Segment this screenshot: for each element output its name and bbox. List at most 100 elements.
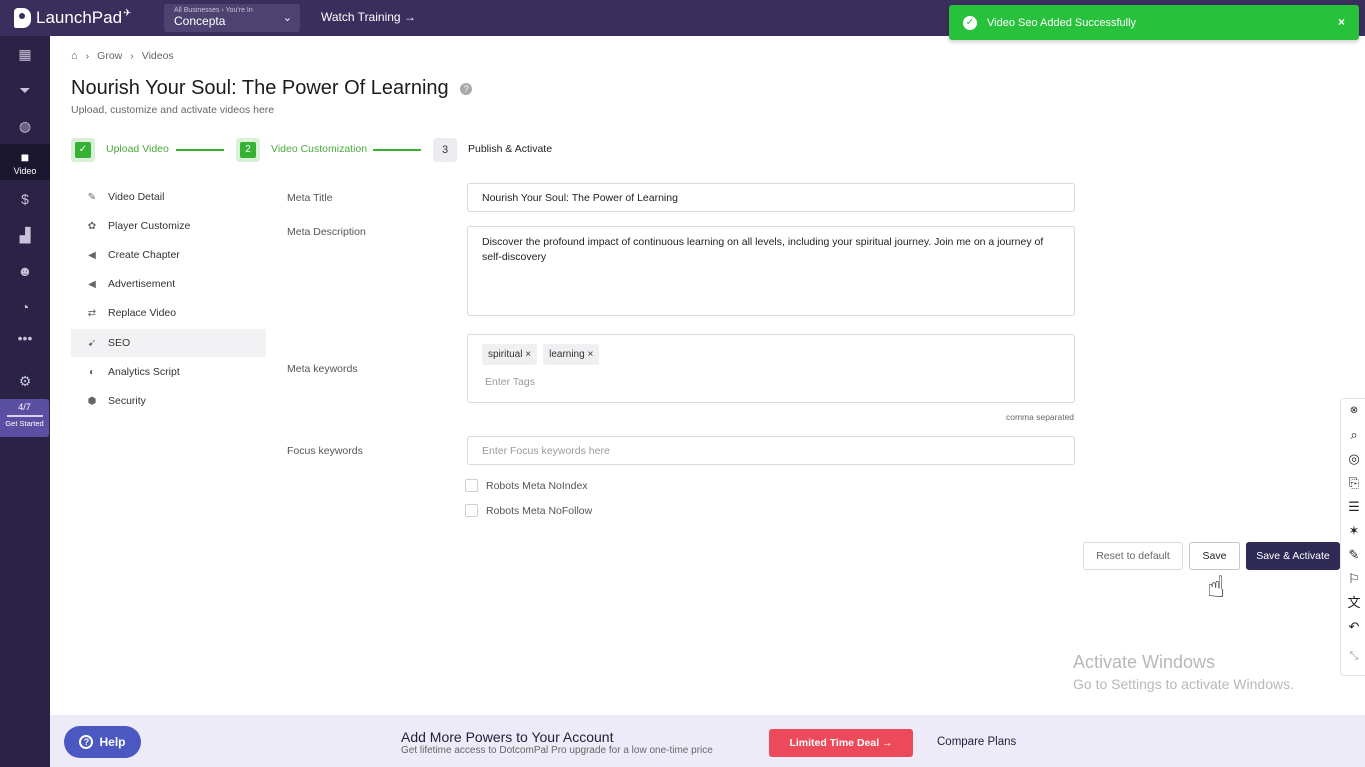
menu-item-label: Security <box>108 395 146 407</box>
breadcrumb: ⌂ › Grow › Videos <box>71 50 174 62</box>
more-icon[interactable]: ••• <box>0 320 50 356</box>
step-3-number: 3 <box>441 144 449 156</box>
tag-chip: learning × <box>543 344 600 365</box>
globe-icon[interactable]: ◍ <box>0 108 50 144</box>
funnel-icon[interactable]: ⏷ <box>0 72 50 108</box>
progress-count: 4/7 <box>18 402 31 412</box>
toast-message: Video Seo Added Successfully <box>987 16 1137 29</box>
page-subtitle: Upload, customize and activate videos he… <box>71 104 275 116</box>
noindex-checkbox[interactable] <box>465 479 478 492</box>
video-camera-icon: ■ <box>20 148 30 165</box>
watch-training-link[interactable]: Watch Training → <box>321 10 416 24</box>
breadcrumb-separator: › <box>85 50 90 62</box>
step-upload-video[interactable]: Upload Video <box>106 143 169 155</box>
shield-icon: ⬢ <box>87 395 97 407</box>
pencil-icon[interactable]: ✎ <box>1345 546 1363 564</box>
menu-item-label: Create Chapter <box>108 249 180 261</box>
tags-placeholder[interactable]: Enter Tags <box>482 375 1060 390</box>
step-2-marker: 2 <box>236 138 260 162</box>
collapse-icon[interactable]: ⤡ <box>1345 647 1363 665</box>
help-label: Help <box>99 735 126 749</box>
promo-subtitle: Get lifetime access to DotcomPal Pro upg… <box>401 745 713 756</box>
flag-icon[interactable]: ⚐ <box>1345 570 1363 588</box>
business-switcher[interactable]: All Businesses › You're In Concepta ⌄ <box>164 4 300 32</box>
launchpad-logo-icon <box>14 8 31 28</box>
search-icon[interactable]: ⌕ <box>1345 426 1363 444</box>
meta-keywords-label: Meta keywords <box>287 363 358 375</box>
breadcrumb-grow[interactable]: Grow <box>97 50 122 62</box>
menu-item-video-detail[interactable]: ✎ Video Detail <box>71 183 266 211</box>
menu-item-advertisement[interactable]: ◀ Advertisement <box>71 270 266 298</box>
meta-description-label: Meta Description <box>287 226 366 238</box>
dashboard-icon[interactable]: ▦ <box>0 36 50 72</box>
translate-icon[interactable]: 文 <box>1345 594 1363 612</box>
menu-item-analytics-script[interactable]: ◐ Analytics Script <box>71 358 266 386</box>
menu-item-replace-video[interactable]: ⇄ Replace Video <box>71 299 266 327</box>
help-icon[interactable]: ? <box>460 82 473 95</box>
save-activate-button[interactable]: Save & Activate <box>1246 542 1340 570</box>
business-name: Concepta <box>174 14 226 28</box>
tag-chip: spiritual × <box>482 344 538 365</box>
megaphone-icon: ◀ <box>88 278 96 290</box>
palette-icon: ✿ <box>87 220 97 232</box>
launchpad-logo[interactable]: LaunchPad ✈ <box>0 8 150 28</box>
chart-icon[interactable]: ▟ <box>0 217 50 253</box>
menu-item-label: Advertisement <box>108 278 176 290</box>
nofollow-checkbox[interactable] <box>465 504 478 517</box>
promo-bar <box>50 715 1365 767</box>
watermark-line2: Go to Settings to activate Windows. <box>1073 676 1294 692</box>
menu-item-label: Video Detail <box>108 191 165 203</box>
home-icon[interactable]: ⌂ <box>71 50 78 62</box>
ai-icon[interactable]: ◎ <box>1345 450 1363 468</box>
chevron-down-icon: ⌄ <box>282 12 292 24</box>
meta-description-textarea[interactable]: Discover the profound impact of continuo… <box>467 226 1075 316</box>
menu-item-create-chapter[interactable]: ◀ Create Chapter <box>71 241 266 269</box>
step-publish-activate[interactable]: Publish & Activate <box>468 143 552 155</box>
megaphone-icon: ◀ <box>88 249 96 261</box>
save-button[interactable]: Save <box>1189 542 1240 570</box>
tag-remove-icon[interactable]: × <box>525 349 531 360</box>
noindex-label: Robots Meta NoIndex <box>486 480 588 492</box>
windows-watermark: Activate Windows Go to Settings to activ… <box>1073 652 1294 692</box>
compare-plans-link[interactable]: Compare Plans <box>937 736 1016 748</box>
step-video-customization[interactable]: Video Customization <box>271 143 367 155</box>
rail-item-video[interactable]: ■ Video <box>0 144 50 180</box>
meta-keywords-tag-input[interactable]: spiritual × learning × Enter Tags <box>467 334 1075 403</box>
users-icon[interactable]: ☻ <box>0 253 50 289</box>
tag-remove-icon[interactable]: × <box>587 349 593 360</box>
gear-icon[interactable]: ⚙ <box>0 363 50 399</box>
check-circle-icon: ✓ <box>963 15 977 30</box>
hand-cursor-icon: ☝ <box>1207 571 1226 604</box>
menu-item-seo[interactable]: ➹ SEO <box>71 329 266 357</box>
close-circle-icon[interactable]: ⊗ <box>1345 402 1363 420</box>
menu-item-security[interactable]: ⬢ Security <box>71 387 266 415</box>
promo-title: Add More Powers to Your Account <box>401 729 614 745</box>
menu-item-player-customize[interactable]: ✿ Player Customize <box>71 212 266 240</box>
undo-icon[interactable]: ↶ <box>1345 618 1363 636</box>
rocket-icon: ✈ <box>123 7 132 19</box>
rail-active-label: Video <box>13 165 37 176</box>
focus-keywords-input[interactable]: Enter Focus keywords here <box>467 436 1075 465</box>
menu-item-label: SEO <box>108 337 131 349</box>
magic-wand-icon[interactable]: ✶ <box>1345 522 1363 540</box>
document-icon[interactable]: ☰ <box>1345 498 1363 516</box>
menu-item-label: Player Customize <box>108 220 191 232</box>
close-icon[interactable]: × <box>1338 15 1345 29</box>
limited-time-deal-button[interactable]: Limited Time Deal → <box>769 729 913 757</box>
meta-title-input[interactable]: Nourish Your Soul: The Power of Learning <box>467 183 1075 212</box>
page-title-text: Nourish Your Soul: The Power Of Learning <box>71 77 449 99</box>
meta-title-label: Meta Title <box>287 192 333 204</box>
question-icon: ? <box>79 735 94 749</box>
page-search-icon[interactable]: ⎘ <box>1345 474 1363 492</box>
get-started-progress[interactable]: 4/7 Get Started <box>0 399 49 437</box>
menu-item-label: Replace Video <box>108 307 177 319</box>
tag-label: learning <box>549 349 585 360</box>
step-connector <box>176 149 224 151</box>
reset-default-button[interactable]: Reset to default <box>1083 542 1183 570</box>
left-rail: ▦ ⏷ ◍ ■ Video $ ▟ ☻ ◔ ••• ⚙ 4/7 Get Star… <box>0 36 50 767</box>
swap-icon: ⇄ <box>87 307 97 319</box>
dollar-icon[interactable]: $ <box>0 181 50 217</box>
help-button[interactable]: ? Help <box>64 726 141 758</box>
page-title: Nourish Your Soul: The Power Of Learning… <box>71 77 473 100</box>
rocket-icon: ➹ <box>87 337 97 349</box>
